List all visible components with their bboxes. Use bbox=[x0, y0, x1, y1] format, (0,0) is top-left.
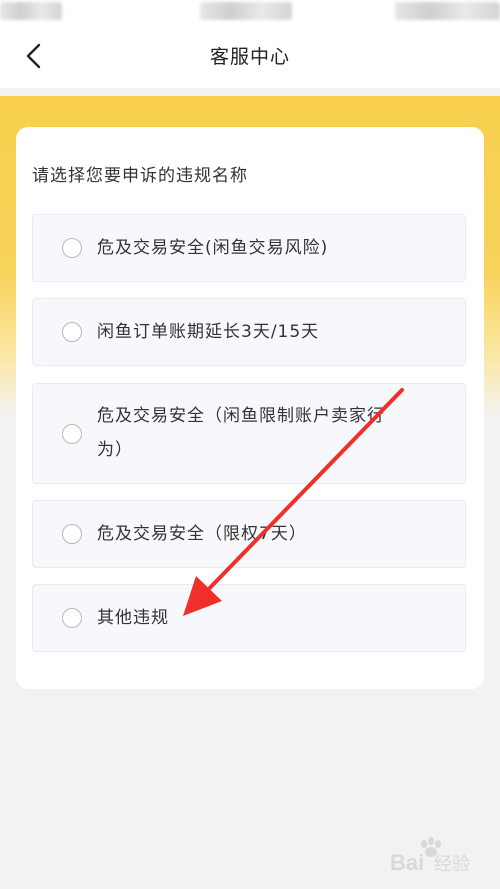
option-label: 其他违规 bbox=[97, 608, 169, 628]
radio-icon[interactable] bbox=[62, 238, 82, 258]
page-title: 客服中心 bbox=[209, 46, 290, 68]
radio-icon[interactable] bbox=[62, 322, 82, 342]
option-label-line-1: 危及交易安全（闲鱼限制账户卖家行 bbox=[97, 406, 385, 426]
option-label: 闲鱼订单账期延长3天/15天 bbox=[97, 322, 320, 342]
watermark: Bai 经验 bbox=[390, 834, 490, 878]
status-bar bbox=[0, 0, 500, 22]
watermark-text: Bai bbox=[390, 850, 424, 875]
option-label: 危及交易安全（限权7天） bbox=[97, 524, 307, 544]
option-3[interactable]: 危及交易安全（闲鱼限制账户卖家行 为） bbox=[32, 383, 466, 484]
nav-bar: 客服中心 bbox=[0, 22, 500, 88]
option-label: 危及交易安全(闲鱼交易风险) bbox=[97, 238, 329, 258]
card-title: 请选择您要申诉的违规名称 bbox=[32, 166, 248, 186]
status-left-blur bbox=[0, 2, 62, 20]
option-1[interactable]: 危及交易安全(闲鱼交易风险) bbox=[32, 214, 466, 282]
watermark-text-2: 经验 bbox=[434, 854, 470, 875]
status-right-blur bbox=[395, 2, 500, 20]
radio-icon[interactable] bbox=[62, 608, 82, 628]
option-2[interactable]: 闲鱼订单账期延长3天/15天 bbox=[32, 298, 466, 366]
appeal-card: 请选择您要申诉的违规名称 危及交易安全(闲鱼交易风险) 闲鱼订单账期延长3天/1… bbox=[16, 127, 484, 689]
option-5[interactable]: 其他违规 bbox=[32, 584, 466, 652]
option-label-line-2: 为） bbox=[97, 440, 133, 460]
radio-icon[interactable] bbox=[62, 524, 82, 544]
baidu-paw-icon: Bai 经验 bbox=[390, 837, 470, 875]
radio-icon[interactable] bbox=[62, 424, 82, 444]
option-4[interactable]: 危及交易安全（限权7天） bbox=[32, 500, 466, 568]
status-center-blur bbox=[200, 2, 292, 20]
